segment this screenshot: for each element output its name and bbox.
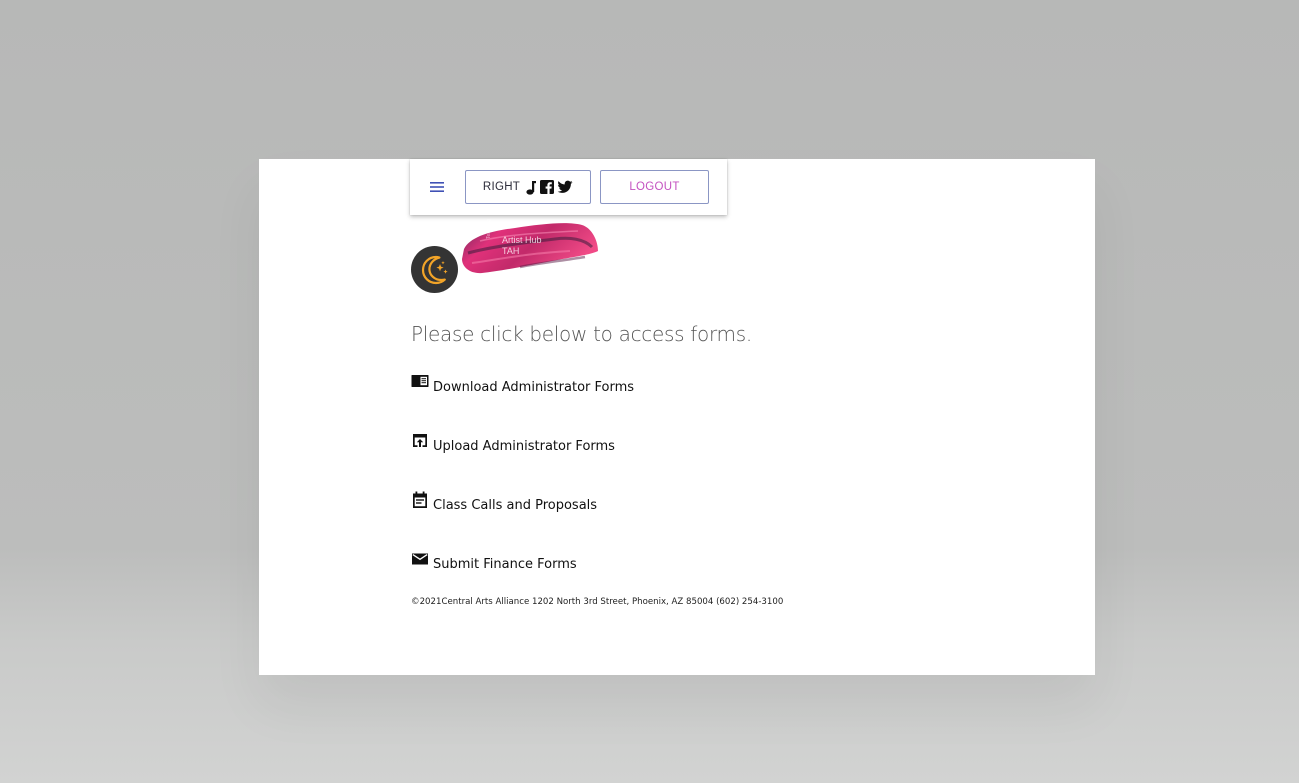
list-item: Class Calls and Proposals: [411, 491, 634, 554]
page-container: RIGHT LOGOUT Teaching Artist Hub TAH Ple…: [259, 159, 1095, 675]
list-item: Upload Administrator Forms: [411, 434, 634, 495]
right-social-button[interactable]: RIGHT: [465, 170, 591, 204]
facebook-icon: [540, 180, 555, 194]
upload-admin-forms-label: Upload Administrator Forms: [433, 439, 615, 454]
music-note-icon: [526, 180, 537, 195]
open-in-browser-icon: [413, 434, 427, 447]
logo-line-2: TAH: [502, 246, 520, 256]
moon-logo-avatar: [411, 246, 458, 293]
list-item: Download Administrator Forms: [411, 375, 635, 436]
download-admin-forms-link[interactable]: Download Administrator Forms: [411, 375, 635, 395]
logo-text: Artist Hub TAH: [502, 235, 542, 257]
logo-vertical-text: Teaching: [486, 218, 492, 239]
footer-copyright: ©2021Central Arts Alliance 1202 North 3r…: [411, 597, 784, 607]
event-note-icon: [413, 491, 427, 508]
top-nav-bar: RIGHT LOGOUT: [410, 159, 727, 215]
page-heading: Please click below to access forms.: [411, 322, 752, 346]
chrome-reader-icon: [411, 375, 429, 387]
logo-line-1: Artist Hub: [502, 235, 542, 245]
right-button-label: RIGHT: [482, 181, 521, 193]
hamburger-menu-button[interactable]: [426, 177, 450, 197]
upload-admin-forms-link[interactable]: Upload Administrator Forms: [411, 434, 615, 454]
forms-link-list: Download Administrator Forms Upload Admi…: [411, 375, 635, 613]
class-calls-proposals-label: Class Calls and Proposals: [433, 498, 598, 513]
logout-button[interactable]: LOGOUT: [600, 170, 709, 204]
email-icon: [412, 553, 428, 565]
crescent-moon-icon: [421, 255, 448, 284]
submit-finance-forms-label: Submit Finance Forms: [433, 557, 577, 572]
twitter-icon: [557, 180, 573, 193]
download-admin-forms-label: Download Administrator Forms: [433, 380, 635, 395]
social-icons: [525, 180, 573, 195]
menu-icon: [430, 182, 444, 192]
submit-finance-forms-link[interactable]: Submit Finance Forms: [411, 553, 577, 572]
class-calls-proposals-link[interactable]: Class Calls and Proposals: [411, 491, 598, 513]
artist-hub-logo: Teaching Artist Hub TAH: [460, 219, 602, 281]
